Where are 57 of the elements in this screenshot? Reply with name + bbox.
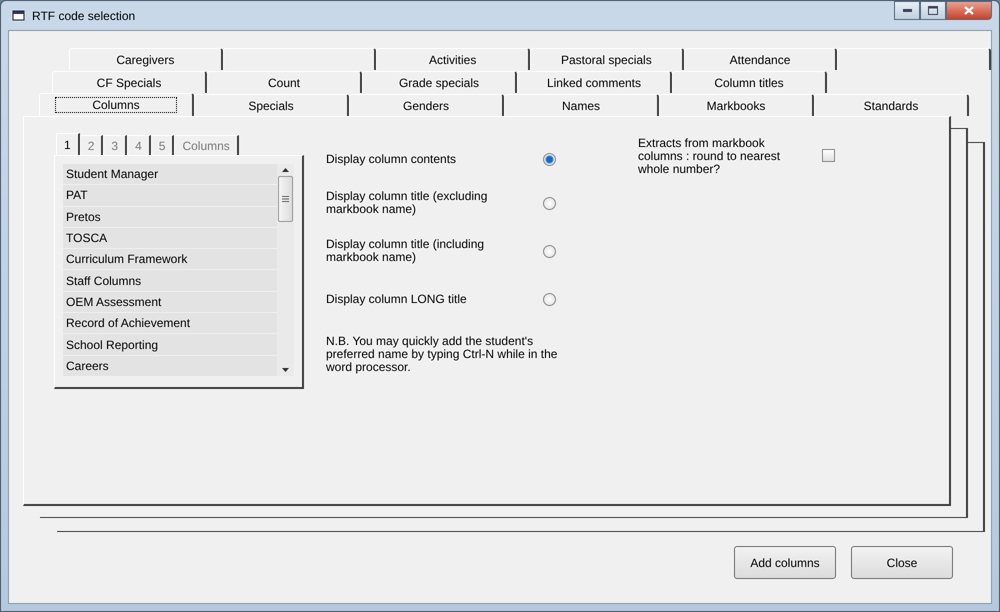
tab[interactable]: 4 bbox=[127, 135, 151, 155]
tab[interactable]: Pastoral specials bbox=[530, 48, 684, 70]
down-arrow-icon bbox=[282, 368, 289, 372]
maximize-icon bbox=[928, 6, 938, 15]
note-text: N.B. You may quickly add the student's preferred name by typing Ctrl-N while in the word processor. bbox=[326, 335, 558, 374]
tab[interactable]: Columns bbox=[39, 93, 194, 116]
radio-button[interactable] bbox=[543, 292, 556, 306]
close-button[interactable] bbox=[946, 1, 992, 20]
checkbox-label: Extracts from markbook columns : round to nearest whole number? bbox=[638, 137, 782, 176]
maximize-button[interactable] bbox=[920, 1, 946, 20]
tab[interactable]: Markbooks bbox=[659, 94, 814, 116]
option-label: Display column contents bbox=[326, 152, 458, 166]
up-arrow-icon bbox=[282, 168, 289, 172]
list-item[interactable]: TOSCA bbox=[63, 228, 277, 248]
tab[interactable]: Column titles bbox=[672, 71, 827, 93]
tab[interactable]: CF Specials bbox=[52, 71, 207, 93]
list-item[interactable]: Student Manager bbox=[63, 164, 277, 184]
grip-icon bbox=[282, 196, 289, 202]
scrollbar[interactable] bbox=[277, 164, 294, 376]
tab[interactable]: Genders bbox=[349, 94, 504, 116]
list-item[interactable]: Record of Achievement bbox=[63, 313, 277, 334]
checkbox[interactable] bbox=[822, 149, 835, 162]
tab[interactable]: Activities bbox=[376, 48, 530, 70]
dialog-button[interactable]: Close bbox=[851, 546, 953, 579]
option-label: Display column title (including markbook name) bbox=[326, 238, 486, 264]
tab[interactable]: Specials bbox=[194, 94, 349, 116]
scroll-thumb[interactable] bbox=[278, 176, 293, 222]
minimize-button[interactable] bbox=[894, 1, 920, 20]
list-item[interactable]: Pretos bbox=[63, 206, 277, 227]
tab[interactable]: Columns bbox=[174, 135, 239, 155]
radio-button[interactable] bbox=[543, 244, 556, 258]
tab[interactable]: 3 bbox=[103, 135, 128, 155]
tab[interactable]: 5 bbox=[150, 135, 174, 155]
close-icon bbox=[964, 6, 974, 15]
tab[interactable]: Standards bbox=[814, 94, 969, 116]
tab[interactable]: Caregivers bbox=[69, 48, 223, 70]
list-item[interactable]: Careers bbox=[63, 356, 277, 376]
list-item[interactable]: OEM Assessment bbox=[63, 292, 277, 312]
window-icon bbox=[12, 10, 26, 22]
tab[interactable]: Attendance bbox=[684, 48, 838, 70]
tab[interactable]: 2 bbox=[80, 135, 104, 155]
dialog-button[interactable]: Add columns bbox=[734, 546, 836, 579]
list-item[interactable]: PAT bbox=[63, 185, 277, 206]
tab[interactable]: Grade specials bbox=[362, 71, 517, 93]
option-label: Display column LONG title bbox=[326, 292, 468, 306]
list-item[interactable]: Staff Columns bbox=[63, 270, 277, 291]
minimize-icon bbox=[902, 9, 912, 12]
tab[interactable]: Names bbox=[504, 94, 659, 116]
window-title: RTF code selection bbox=[32, 8, 136, 22]
option-label: Display column title (excluding markbook name) bbox=[326, 190, 488, 216]
radio-button[interactable] bbox=[543, 152, 556, 166]
tab[interactable]: Count bbox=[207, 71, 362, 93]
tab[interactable]: Linked comments bbox=[517, 71, 672, 93]
tab[interactable]: 1 bbox=[56, 133, 80, 155]
radio-button[interactable] bbox=[543, 196, 556, 210]
list-item[interactable]: School Reporting bbox=[63, 334, 277, 355]
list-item[interactable]: Curriculum Framework bbox=[63, 249, 277, 270]
